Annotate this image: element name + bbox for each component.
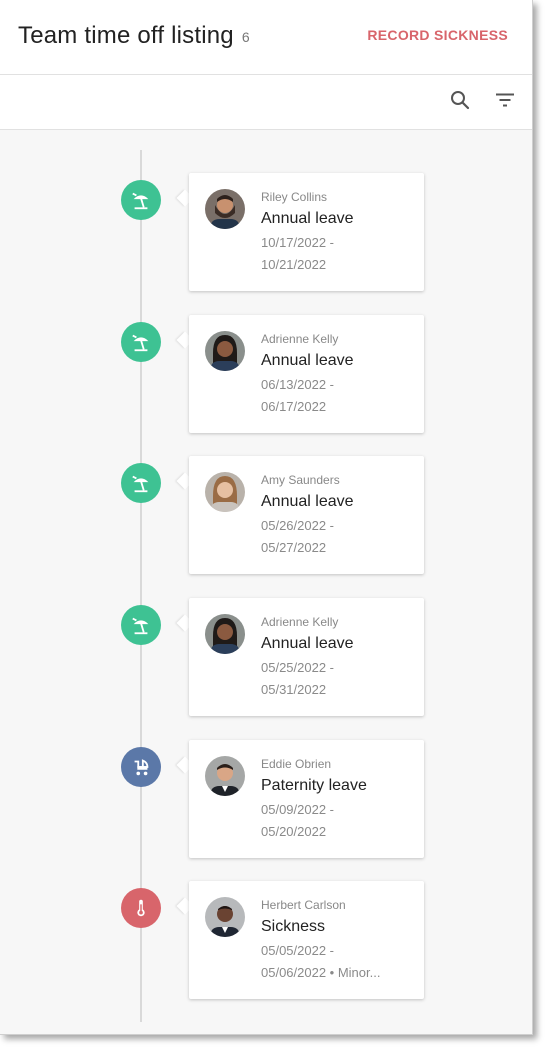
page-title-text: Team time off listing <box>18 22 234 49</box>
leave-end-date: 06/17/2022 <box>261 399 327 414</box>
leave-start-date: 06/13/2022 - <box>261 377 335 392</box>
leave-start-date: 05/25/2022 - <box>261 660 335 675</box>
page-title: Team time off listing 6 <box>18 22 250 50</box>
entry-count: 6 <box>241 28 250 45</box>
employee-name: Adrienne Kelly <box>261 615 339 629</box>
filter-icon[interactable] <box>493 88 517 112</box>
search-icon[interactable] <box>448 88 472 112</box>
leave-type: Annual leave <box>261 635 354 652</box>
time-off-card[interactable]: Eddie Obrien Paternity leave 05/09/2022 … <box>189 740 424 858</box>
leave-end-date: 10/21/2022 <box>261 257 327 272</box>
record-sickness-button[interactable]: RECORD SICKNESS <box>367 27 508 43</box>
toolbar <box>0 75 532 130</box>
leave-end-date: 05/06/2022 • Minor... <box>261 965 381 980</box>
beach-umbrella-icon <box>121 605 161 645</box>
timeline: Riley Collins Annual leave 10/17/2022 - … <box>0 130 532 1034</box>
avatar <box>205 614 245 654</box>
time-off-card[interactable]: Adrienne Kelly Annual leave 05/25/2022 -… <box>189 598 424 716</box>
avatar <box>205 189 245 229</box>
time-off-card[interactable]: Riley Collins Annual leave 10/17/2022 - … <box>189 173 424 291</box>
thermometer-icon <box>121 888 161 928</box>
time-off-card[interactable]: Herbert Carlson Sickness 05/05/2022 - 05… <box>189 881 424 999</box>
time-off-card[interactable]: Adrienne Kelly Annual leave 06/13/2022 -… <box>189 315 424 433</box>
avatar <box>205 331 245 371</box>
leave-start-date: 05/09/2022 - <box>261 802 335 817</box>
avatar <box>205 897 245 937</box>
avatar <box>205 756 245 796</box>
beach-umbrella-icon <box>121 322 161 362</box>
beach-umbrella-icon <box>121 463 161 503</box>
beach-umbrella-icon <box>121 180 161 220</box>
leave-start-date: 05/05/2022 - <box>261 943 335 958</box>
leave-type: Sickness <box>261 918 326 935</box>
time-off-card[interactable]: Amy Saunders Annual leave 05/26/2022 - 0… <box>189 456 424 574</box>
leave-end-date: 05/31/2022 <box>261 682 327 697</box>
page-header: Team time off listing 6 RECORD SICKNESS <box>0 0 532 75</box>
app-window: Team time off listing 6 RECORD SICKNESS <box>0 0 533 1035</box>
employee-name: Adrienne Kelly <box>261 332 339 346</box>
leave-type: Annual leave <box>261 210 354 227</box>
stroller-icon <box>121 747 161 787</box>
leave-end-date: 05/27/2022 <box>261 540 327 555</box>
timeline-entry: Amy Saunders Annual leave 05/26/2022 - 0… <box>0 456 532 576</box>
timeline-entry: Adrienne Kelly Annual leave 06/13/2022 -… <box>0 315 532 435</box>
employee-name: Eddie Obrien <box>261 757 332 771</box>
avatar <box>205 472 245 512</box>
timeline-entry: Adrienne Kelly Annual leave 05/25/2022 -… <box>0 598 532 718</box>
timeline-entry: Eddie Obrien Paternity leave 05/09/2022 … <box>0 740 532 860</box>
leave-type: Paternity leave <box>261 777 367 794</box>
leave-type: Annual leave <box>261 352 354 369</box>
employee-name: Herbert Carlson <box>261 898 346 912</box>
leave-start-date: 05/26/2022 - <box>261 518 335 533</box>
leave-type: Annual leave <box>261 493 354 510</box>
employee-name: Amy Saunders <box>261 473 340 487</box>
employee-name: Riley Collins <box>261 190 328 204</box>
leave-start-date: 10/17/2022 - <box>261 235 335 250</box>
leave-end-date: 05/20/2022 <box>261 824 327 839</box>
timeline-entry: Riley Collins Annual leave 10/17/2022 - … <box>0 173 532 293</box>
timeline-entry: Herbert Carlson Sickness 05/05/2022 - 05… <box>0 881 532 1001</box>
